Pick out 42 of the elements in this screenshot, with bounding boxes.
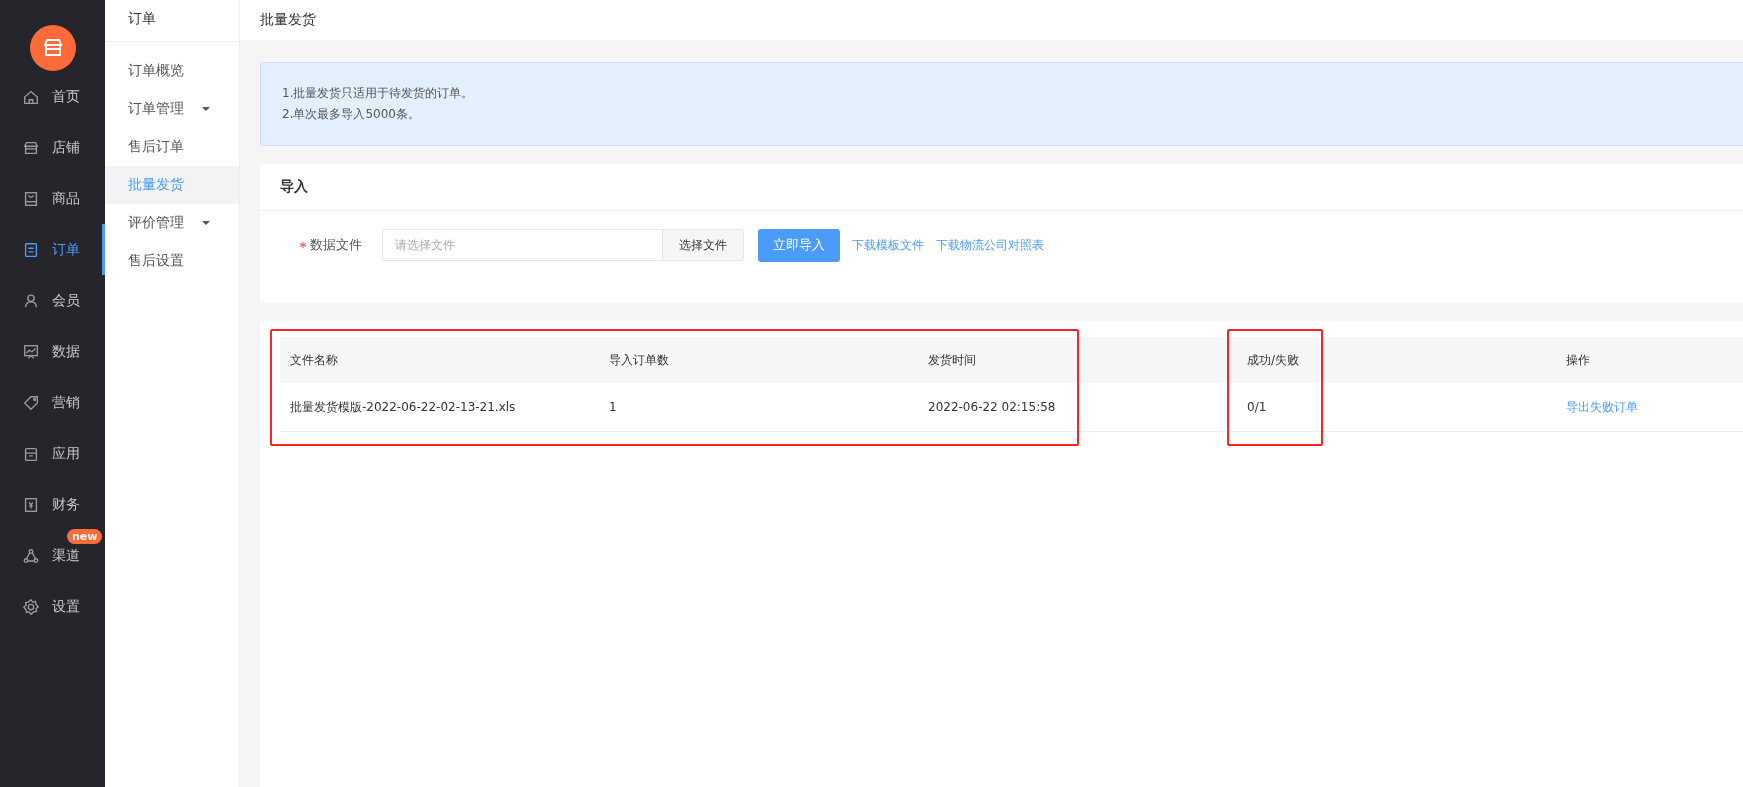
- column-header: 导入订单数: [609, 352, 669, 367]
- new-badge: new: [67, 529, 103, 544]
- settings-icon: [22, 597, 40, 616]
- submenu-item[interactable]: 售后订单: [105, 128, 239, 166]
- bag-icon: [22, 189, 40, 208]
- file-input-field[interactable]: 请选择文件: [382, 229, 662, 261]
- table-cell: 0/1: [1247, 400, 1267, 414]
- submenu-item[interactable]: 售后设置: [105, 242, 239, 280]
- nodes-icon: [22, 546, 40, 565]
- nav-item[interactable]: 财务: [22, 494, 80, 515]
- sidebar-title: 订单: [105, 0, 239, 42]
- submenu-item[interactable]: 评价管理: [105, 204, 239, 242]
- column-header: 操作: [1566, 352, 1590, 367]
- column-header: 成功/失败: [1247, 352, 1300, 367]
- notice-text: 1.批量发货只适用于待发货的订单。: [282, 85, 475, 102]
- nav-item[interactable]: 数据: [22, 341, 80, 362]
- field-label: 数据文件: [300, 236, 362, 254]
- document-icon: [22, 240, 40, 259]
- money-icon: [22, 495, 40, 514]
- nav-item[interactable]: 会员: [22, 290, 80, 311]
- notice-text: 2.单次最多导入5000条。: [282, 106, 421, 123]
- table-cell: 1: [609, 400, 617, 414]
- table-cell: 2022-06-22 02:15:58: [928, 400, 1056, 414]
- nav-item[interactable]: 店铺: [22, 137, 80, 158]
- nav-item[interactable]: 订单: [22, 239, 80, 260]
- nav-item[interactable]: 设置: [22, 596, 80, 617]
- column-header: 文件名称: [290, 352, 338, 367]
- nav-item[interactable]: 营销: [22, 392, 80, 413]
- submenu-item[interactable]: 订单概览: [105, 52, 239, 90]
- chart-icon: [22, 342, 40, 361]
- card-title: 导入: [280, 178, 308, 196]
- choose-file-button[interactable]: 选择文件: [662, 229, 744, 261]
- nav-item[interactable]: 首页: [22, 86, 80, 107]
- nav-item[interactable]: 渠道: [22, 545, 80, 566]
- nav-item[interactable]: 商品: [22, 188, 80, 209]
- submenu-item[interactable]: 订单管理: [105, 90, 239, 128]
- store-logo-icon: [29, 25, 76, 71]
- nav-item[interactable]: 应用: [22, 443, 80, 464]
- column-header: 发货时间: [928, 352, 976, 367]
- page-title: 批量发货: [260, 11, 316, 29]
- table-cell: 批量发货模版-2022-06-22-02-13-21.xls: [290, 399, 516, 414]
- tag-icon: [22, 393, 40, 412]
